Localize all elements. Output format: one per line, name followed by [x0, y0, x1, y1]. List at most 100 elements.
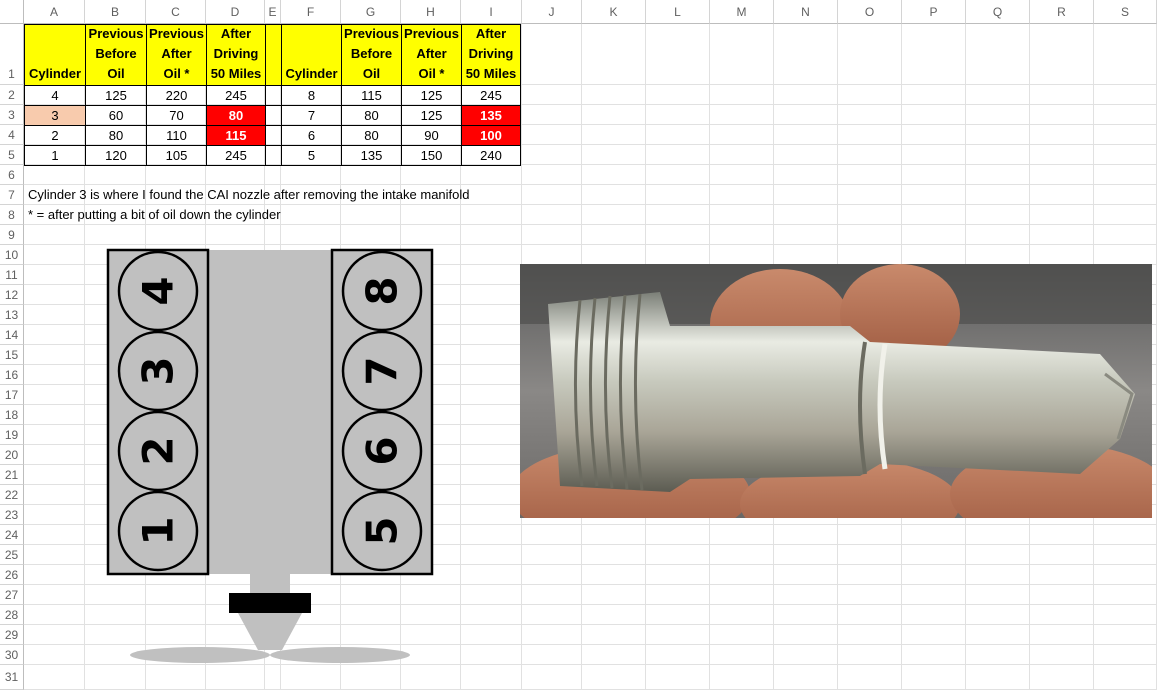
column-header-q[interactable]: Q	[966, 0, 1030, 24]
cell-a5[interactable]: 1	[24, 145, 86, 166]
cell-c4[interactable]: 110	[146, 125, 207, 146]
cell-i2[interactable]: 245	[461, 85, 521, 106]
row-header-24[interactable]: 24	[0, 525, 24, 545]
column-header-e[interactable]: E	[265, 0, 281, 24]
cell-f2[interactable]: 8	[281, 85, 342, 106]
cell-d3[interactable]: 80	[206, 105, 266, 126]
cell-f3[interactable]: 7	[281, 105, 342, 126]
engine-cylinder-diagram[interactable]: 4 3 2 1 8 7 6 5	[100, 246, 440, 670]
cell-g3[interactable]: 80	[341, 105, 402, 126]
column-header-r[interactable]: R	[1030, 0, 1094, 24]
column-header-h[interactable]: H	[401, 0, 461, 24]
row-header-7[interactable]: 7	[0, 185, 24, 205]
row-header-28[interactable]: 28	[0, 605, 24, 625]
header-previous-before-oil-left[interactable]: Previous Before Oil	[85, 24, 147, 86]
column-header-b[interactable]: B	[85, 0, 146, 24]
cell-e2[interactable]	[265, 85, 282, 106]
column-header-o[interactable]: O	[838, 0, 902, 24]
row-header-4[interactable]: 4	[0, 125, 24, 145]
row-header-19[interactable]: 19	[0, 425, 24, 445]
cell-g4[interactable]: 80	[341, 125, 402, 146]
row-header-30[interactable]: 30	[0, 645, 24, 665]
cell-e4[interactable]	[265, 125, 282, 146]
cell-h5[interactable]: 150	[401, 145, 462, 166]
row-header-5[interactable]: 5	[0, 145, 24, 165]
column-header-k[interactable]: K	[582, 0, 646, 24]
row-header-21[interactable]: 21	[0, 465, 24, 485]
cell-b2[interactable]: 125	[85, 85, 147, 106]
row-header-31[interactable]: 31	[0, 665, 24, 690]
row-header-27[interactable]: 27	[0, 585, 24, 605]
row-header-1[interactable]: 1	[0, 24, 24, 85]
row-header-8[interactable]: 8	[0, 205, 24, 225]
row-header-11[interactable]: 11	[0, 265, 24, 285]
cell-c5[interactable]: 105	[146, 145, 207, 166]
cell-f5[interactable]: 5	[281, 145, 342, 166]
header-previous-before-oil-right[interactable]: Previous Before Oil	[341, 24, 402, 86]
row-header-9[interactable]: 9	[0, 225, 24, 245]
column-header-d[interactable]: D	[206, 0, 265, 24]
row-header-14[interactable]: 14	[0, 325, 24, 345]
row-header-3[interactable]: 3	[0, 105, 24, 125]
header-gap-column-e[interactable]	[265, 24, 282, 86]
cell-e5[interactable]	[265, 145, 282, 166]
column-header-a[interactable]: A	[24, 0, 85, 24]
cell-i3[interactable]: 135	[461, 105, 521, 126]
header-after-driving-left[interactable]: After Driving 50 Miles	[206, 24, 266, 86]
row-header-12[interactable]: 12	[0, 285, 24, 305]
column-header-f[interactable]: F	[281, 0, 341, 24]
cell-b4[interactable]: 80	[85, 125, 147, 146]
column-header-j[interactable]: J	[522, 0, 582, 24]
column-header-s[interactable]: S	[1094, 0, 1157, 24]
header-after-driving-right[interactable]: After Driving 50 Miles	[461, 24, 521, 86]
row-header-23[interactable]: 23	[0, 505, 24, 525]
row-header-15[interactable]: 15	[0, 345, 24, 365]
row-header-2[interactable]: 2	[0, 85, 24, 105]
cell-d5[interactable]: 245	[206, 145, 266, 166]
row-header-6[interactable]: 6	[0, 165, 24, 185]
row-header-10[interactable]: 10	[0, 245, 24, 265]
row-header-26[interactable]: 26	[0, 565, 24, 585]
column-header-l[interactable]: L	[646, 0, 710, 24]
cell-c3[interactable]: 70	[146, 105, 207, 126]
row-header-29[interactable]: 29	[0, 625, 24, 645]
cell-h4[interactable]: 90	[401, 125, 462, 146]
note-oil-asterisk[interactable]: * = after putting a bit of oil down the …	[28, 205, 281, 225]
cell-c2[interactable]: 220	[146, 85, 207, 106]
cell-i5[interactable]: 240	[461, 145, 521, 166]
row-header-17[interactable]: 17	[0, 385, 24, 405]
cell-a3[interactable]: 3	[24, 105, 86, 126]
row-header-22[interactable]: 22	[0, 485, 24, 505]
note-cai-nozzle[interactable]: Cylinder 3 is where I found the CAI nozz…	[28, 185, 470, 205]
row-header-13[interactable]: 13	[0, 305, 24, 325]
row-header-16[interactable]: 16	[0, 365, 24, 385]
cell-e3[interactable]	[265, 105, 282, 126]
column-header-p[interactable]: P	[902, 0, 966, 24]
cell-a2[interactable]: 4	[24, 85, 86, 106]
select-all-corner[interactable]	[0, 0, 24, 24]
header-previous-after-oil-left[interactable]: Previous After Oil *	[146, 24, 207, 86]
cell-i4[interactable]: 100	[461, 125, 521, 146]
cell-h2[interactable]: 125	[401, 85, 462, 106]
column-header-n[interactable]: N	[774, 0, 838, 24]
cell-g5[interactable]: 135	[341, 145, 402, 166]
column-header-m[interactable]: M	[710, 0, 774, 24]
cell-b3[interactable]: 60	[85, 105, 147, 126]
column-header-g[interactable]: G	[341, 0, 401, 24]
row-header-20[interactable]: 20	[0, 445, 24, 465]
cell-d4[interactable]: 115	[206, 125, 266, 146]
cell-h3[interactable]: 125	[401, 105, 462, 126]
cell-d2[interactable]: 245	[206, 85, 266, 106]
header-cylinder-right[interactable]: Cylinder	[281, 24, 342, 86]
header-previous-after-oil-right[interactable]: Previous After Oil *	[401, 24, 462, 86]
row-header-25[interactable]: 25	[0, 545, 24, 565]
row-header-18[interactable]: 18	[0, 405, 24, 425]
cai-nozzle-photo[interactable]	[520, 264, 1152, 518]
column-header-c[interactable]: C	[146, 0, 206, 24]
column-header-i[interactable]: I	[461, 0, 522, 24]
cell-a4[interactable]: 2	[24, 125, 86, 146]
cell-b5[interactable]: 120	[85, 145, 147, 166]
cell-g2[interactable]: 115	[341, 85, 402, 106]
header-cylinder-left[interactable]: Cylinder	[24, 24, 86, 86]
cell-f4[interactable]: 6	[281, 125, 342, 146]
